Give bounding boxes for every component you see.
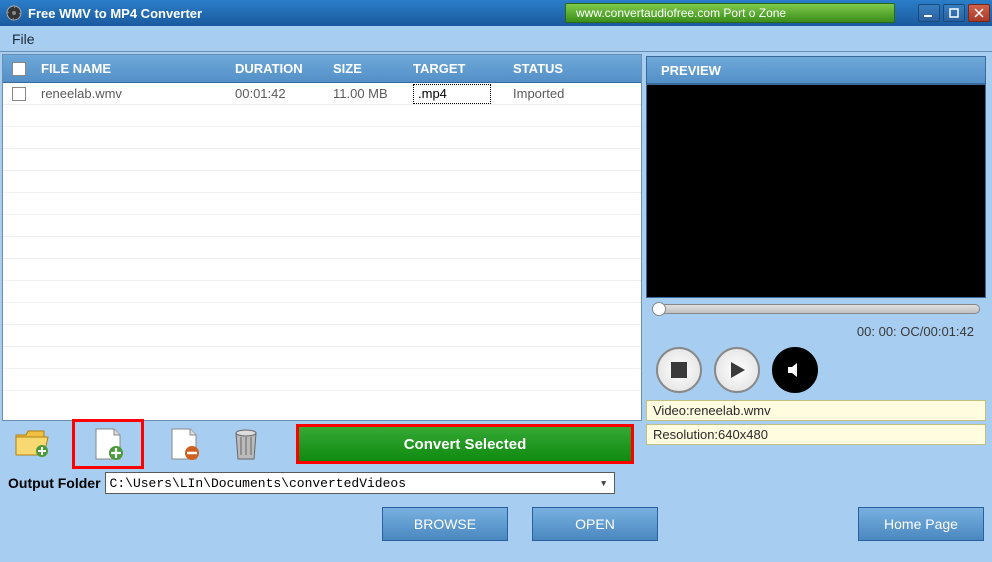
remove-file-button[interactable] (162, 425, 206, 463)
select-all-checkbox[interactable] (12, 62, 26, 76)
table-row-empty (3, 215, 641, 237)
output-path-text: C:\Users\LIn\Documents\convertedVideos (110, 476, 406, 491)
chevron-down-icon[interactable]: ▾ (600, 476, 608, 491)
col-status[interactable]: STATUS (513, 61, 623, 76)
preview-video[interactable] (646, 84, 986, 298)
add-file-button[interactable] (72, 419, 144, 469)
res-value: 640x480 (718, 427, 768, 442)
toolbar: Convert Selected (2, 421, 642, 467)
play-button[interactable] (714, 347, 760, 393)
play-controls (646, 343, 986, 397)
col-size[interactable]: SIZE (333, 61, 413, 76)
cell-size: 11.00 MB (333, 86, 413, 101)
table-row-empty (3, 303, 641, 325)
file-table: FILE NAME DURATION SIZE TARGET STATUS re… (2, 54, 642, 421)
browse-button[interactable]: BROWSE (382, 507, 508, 541)
left-panel: FILE NAME DURATION SIZE TARGET STATUS re… (2, 54, 642, 467)
table-row-empty (3, 281, 641, 303)
right-panel: PREVIEW 00: 00: OC/00:01:42 Video:reneel… (642, 54, 990, 467)
cell-status: Imported (513, 86, 623, 101)
table-row-empty (3, 171, 641, 193)
output-row: Output Folder C:\Users\LIn\Documents\con… (0, 469, 992, 497)
app-icon (6, 5, 22, 21)
table-row-empty (3, 127, 641, 149)
table-row-empty (3, 325, 641, 347)
bottom-buttons: BROWSE OPEN Home Page (0, 497, 992, 551)
table-header: FILE NAME DURATION SIZE TARGET STATUS (3, 55, 641, 83)
main-area: FILE NAME DURATION SIZE TARGET STATUS re… (0, 52, 992, 469)
open-button[interactable]: OPEN (532, 507, 658, 541)
promo-banner[interactable]: www.convertaudiofree.com Port o Zone (565, 3, 895, 23)
window-controls (918, 4, 990, 22)
table-row-empty (3, 259, 641, 281)
table-body: reneelab.wmv 00:01:42 11.00 MB .mp4 Impo… (3, 83, 641, 420)
table-row-empty (3, 149, 641, 171)
table-row-empty (3, 369, 641, 391)
target-format-select[interactable]: .mp4 (413, 84, 491, 104)
col-name[interactable]: FILE NAME (35, 61, 235, 76)
add-folder-button[interactable] (10, 425, 54, 463)
cell-duration: 00:01:42 (235, 86, 333, 101)
table-row-empty (3, 347, 641, 369)
seek-thumb[interactable] (652, 302, 666, 316)
output-folder-field[interactable]: C:\Users\LIn\Documents\convertedVideos ▾ (105, 472, 615, 494)
table-row-empty (3, 193, 641, 215)
preview-header: PREVIEW (646, 56, 986, 84)
minimize-button[interactable] (918, 4, 940, 22)
maximize-button[interactable] (943, 4, 965, 22)
menubar: File (0, 26, 992, 52)
table-row[interactable]: reneelab.wmv 00:01:42 11.00 MB .mp4 Impo… (3, 83, 641, 105)
delete-button[interactable] (224, 425, 268, 463)
col-duration[interactable]: DURATION (235, 61, 333, 76)
video-label: Video: (653, 403, 690, 418)
video-value: reneelab.wmv (690, 403, 771, 418)
table-row-empty (3, 105, 641, 127)
home-page-button[interactable]: Home Page (858, 507, 984, 541)
cell-filename: reneelab.wmv (35, 86, 235, 101)
seekbar[interactable] (652, 304, 980, 314)
time-display: 00: 00: OC/00:01:42 (646, 320, 986, 343)
stop-button[interactable] (656, 347, 702, 393)
res-label: Resolution: (653, 427, 718, 442)
row-checkbox[interactable] (12, 87, 26, 101)
table-row-empty (3, 237, 641, 259)
close-button[interactable] (968, 4, 990, 22)
titlebar: Free WMV to MP4 Converter www.convertaud… (0, 0, 992, 26)
app-title: Free WMV to MP4 Converter (28, 6, 202, 21)
volume-button[interactable] (772, 347, 818, 393)
menu-file[interactable]: File (0, 31, 47, 47)
convert-selected-button[interactable]: Convert Selected (296, 424, 634, 464)
info-resolution: Resolution:640x480 (646, 424, 986, 445)
col-target[interactable]: TARGET (413, 61, 513, 76)
info-video: Video:reneelab.wmv (646, 400, 986, 421)
output-folder-label: Output Folder (8, 475, 101, 491)
seekbar-row (646, 298, 986, 320)
